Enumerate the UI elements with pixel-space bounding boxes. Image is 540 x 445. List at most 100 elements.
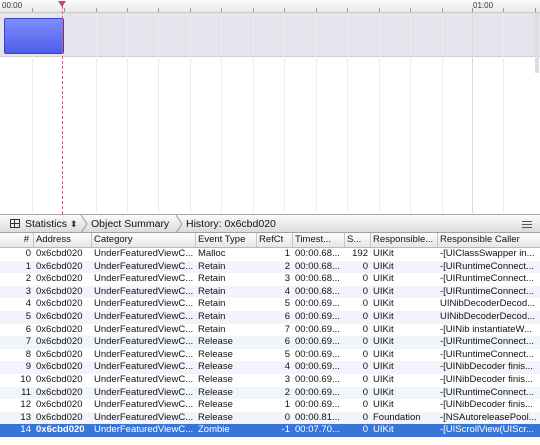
column-header-event-type[interactable]: Event Type	[196, 233, 257, 247]
table-row[interactable]: 9 0x6cbd020 UnderFeaturedViewC... Release 4 0…	[0, 361, 540, 374]
cell-responsible-caller: -[UINibDecoder finis...	[440, 361, 533, 373]
table-row[interactable]: 13 0x6cbd020 UnderFeaturedViewC... Release 0…	[0, 411, 540, 425]
ruler-tick	[347, 8, 348, 12]
time-ruler[interactable]: 00:00 01:00	[0, 0, 540, 13]
cell-address: 0x6cbd020	[36, 348, 83, 360]
ruler-tick	[221, 8, 222, 12]
cell-address: 0x6cbd020	[36, 298, 83, 310]
column-header-refct[interactable]: RefCt	[257, 233, 293, 247]
playhead-marker[interactable]	[58, 1, 66, 7]
cell-responsible-caller: -[UIRuntimeConnect...	[440, 386, 534, 398]
cell-responsible-library: UIKit	[373, 273, 394, 285]
timeline-scrollbar[interactable]	[535, 13, 539, 73]
table-row-selected[interactable]: 14 0x6cbd020 UnderFeaturedViewC... Zombie -1…	[0, 424, 540, 437]
cell-category: UnderFeaturedViewC...	[94, 386, 194, 398]
cell-size: 0	[362, 323, 368, 335]
breadcrumb-separator-icon	[80, 215, 88, 233]
cell-size: 0	[362, 424, 368, 436]
grid-line	[127, 13, 128, 213]
cell-event-type: Retain	[198, 260, 226, 272]
cell-size: 0	[362, 273, 368, 285]
cell-index: 11	[21, 386, 31, 398]
cell-timestamp: 00:00.81...	[295, 411, 340, 423]
cell-size: 0	[362, 374, 368, 385]
cell-responsible-caller: -[UINibDecoder finis...	[440, 374, 533, 385]
cell-address: 0x6cbd020	[36, 336, 83, 348]
history-table[interactable]: # Address Category Event Type RefCt Time…	[0, 233, 540, 445]
cell-size: 0	[362, 260, 368, 272]
table-row[interactable]: 12 0x6cbd020 UnderFeaturedViewC... Release 1…	[0, 399, 540, 412]
cell-event-type: Release	[198, 361, 233, 373]
cell-address: 0x6cbd020	[36, 285, 83, 297]
table-row[interactable]: 2 0x6cbd020 UnderFeaturedViewC... Retain 3 00…	[0, 273, 540, 286]
allocation-activity-bar[interactable]	[4, 18, 64, 54]
column-header-responsible-library[interactable]: Responsible...	[371, 233, 438, 247]
cell-size: 0	[362, 311, 368, 322]
cell-refct: 1	[284, 248, 290, 259]
nav-item-statistics[interactable]: Statistics	[25, 215, 67, 233]
cell-responsible-caller: -[UIRuntimeConnect...	[440, 285, 534, 297]
cell-category: UnderFeaturedViewC...	[94, 374, 194, 385]
ruler-tick	[442, 8, 443, 12]
cell-category: UnderFeaturedViewC...	[94, 285, 194, 297]
up-down-arrows-icon[interactable]: ⬍	[70, 216, 78, 232]
column-header-address[interactable]: Address	[34, 233, 92, 247]
cell-timestamp: 00:00.69...	[295, 348, 340, 360]
cell-responsible-caller: -[UIScrollView(UIScr...	[440, 424, 534, 436]
menu-lines-icon[interactable]	[522, 221, 532, 228]
column-header-responsible-caller[interactable]: Responsible Caller	[438, 233, 540, 247]
ruler-label-start: 00:00	[2, 1, 23, 10]
table-row[interactable]: 7 0x6cbd020 UnderFeaturedViewC... Release 6 0…	[0, 336, 540, 349]
cell-category: UnderFeaturedViewC...	[94, 260, 194, 272]
table-row[interactable]: 10 0x6cbd020 UnderFeaturedViewC... Release 3…	[0, 374, 540, 387]
column-header-index[interactable]: #	[0, 233, 34, 247]
cell-event-type: Release	[198, 411, 233, 423]
cell-responsible-library: UIKit	[373, 311, 394, 322]
table-row[interactable]: 4 0x6cbd020 UnderFeaturedViewC... Retain 5 00…	[0, 298, 540, 311]
grid-line	[379, 13, 380, 213]
cell-responsible-caller: -[UINibDecoder finis...	[440, 399, 533, 411]
cell-event-type: Retain	[198, 285, 226, 297]
cell-responsible-library: UIKit	[373, 260, 394, 272]
table-row[interactable]: 5 0x6cbd020 UnderFeaturedViewC... Retain 6 00…	[0, 311, 540, 324]
column-header-category[interactable]: Category	[92, 233, 196, 247]
cell-event-type: Release	[198, 336, 233, 348]
grid-line	[503, 13, 504, 213]
cell-responsible-library: UIKit	[373, 374, 394, 385]
cell-timestamp: 00:00.69...	[295, 374, 340, 385]
cell-size: 0	[362, 399, 368, 411]
cell-category: UnderFeaturedViewC...	[94, 399, 194, 411]
ruler-tick	[284, 8, 285, 12]
column-header-timestamp[interactable]: Timest...	[293, 233, 345, 247]
cell-timestamp: 00:00.69...	[295, 361, 340, 373]
nav-item-history[interactable]: History: 0x6cbd020	[186, 215, 276, 233]
ruler-tick	[472, 8, 473, 12]
nav-item-object-summary[interactable]: Object Summary	[91, 215, 169, 233]
cell-event-type: Release	[198, 386, 233, 398]
table-row[interactable]: 6 0x6cbd020 UnderFeaturedViewC... Retain 7 00…	[0, 324, 540, 337]
cell-category: UnderFeaturedViewC...	[94, 323, 194, 335]
cell-responsible-caller: -[UIRuntimeConnect...	[440, 348, 534, 360]
table-row[interactable]: 1 0x6cbd020 UnderFeaturedViewC... Retain 2 00…	[0, 260, 540, 274]
cell-event-type: Release	[198, 374, 233, 385]
cell-refct: 2	[284, 386, 290, 398]
column-header-size[interactable]: S...	[345, 233, 371, 247]
cell-refct: 7	[284, 323, 290, 335]
cell-event-type: Malloc	[198, 248, 226, 259]
cell-category: UnderFeaturedViewC...	[94, 311, 194, 322]
allocations-track[interactable]	[0, 13, 540, 57]
cell-category: UnderFeaturedViewC...	[94, 361, 194, 373]
table-row[interactable]: 11 0x6cbd020 UnderFeaturedViewC... Release 2…	[0, 386, 540, 400]
table-row[interactable]: 0 0x6cbd020 UnderFeaturedViewC... Malloc 1 00…	[0, 248, 540, 261]
ruler-tick	[253, 8, 254, 12]
table-row[interactable]: 3 0x6cbd020 UnderFeaturedViewC... Retain 4 00…	[0, 285, 540, 299]
cell-category: UnderFeaturedViewC...	[94, 348, 194, 360]
cell-address: 0x6cbd020	[36, 411, 83, 423]
table-row[interactable]: 8 0x6cbd020 UnderFeaturedViewC... Release 5 0…	[0, 349, 540, 362]
timeline-pane[interactable]: 00:00 01:00	[0, 0, 540, 214]
cell-responsible-library: UIKit	[373, 248, 394, 259]
ruler-tick	[190, 8, 191, 12]
cell-index: 6	[25, 323, 31, 335]
grid-line	[190, 13, 191, 213]
cell-event-type: Retain	[198, 273, 226, 285]
